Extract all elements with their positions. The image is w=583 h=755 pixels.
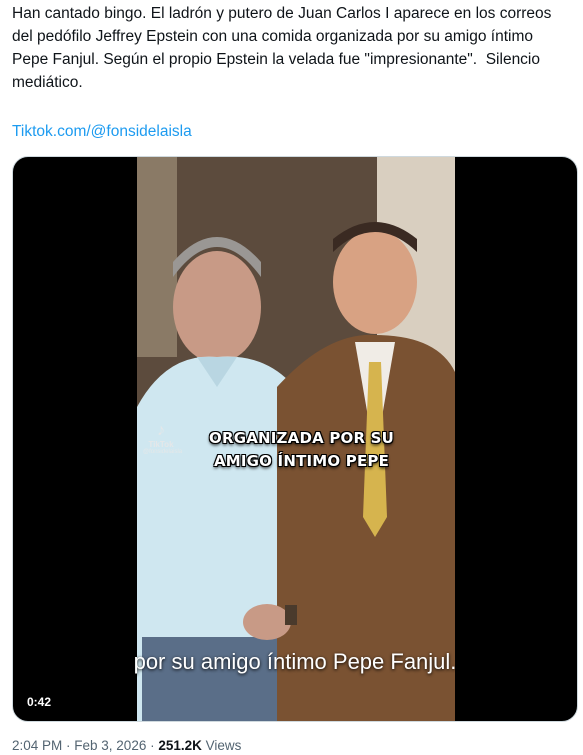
video-subtitle: por su amigo íntimo Pepe Fanjul. bbox=[133, 649, 457, 674]
tweet-date[interactable]: Feb 3, 2026 bbox=[74, 738, 146, 753]
views-count: 251.2K bbox=[158, 738, 202, 753]
meta-separator: · bbox=[146, 738, 159, 753]
video-overlay-caption: ORGANIZADA POR SU AMIGO ÍNTIMO PEPE bbox=[209, 427, 394, 473]
overlay-caption-line1: ORGANIZADA POR SU bbox=[209, 429, 395, 447]
video-frame: ♪ TikTok @fonsidelaisla ORGANIZADA POR S… bbox=[137, 157, 455, 721]
tweet-time[interactable]: 2:04 PM bbox=[12, 738, 62, 753]
tiktok-icon: ♪ bbox=[157, 422, 165, 439]
tiktok-link[interactable]: Tiktok.com/@fonsidelaisla bbox=[12, 120, 192, 143]
tweet-meta: 2:04 PM · Feb 3, 2026 · 251.2K Views bbox=[12, 738, 241, 753]
tiktok-label: TikTok bbox=[148, 440, 174, 449]
overlay-caption-line2: AMIGO ÍNTIMO PEPE bbox=[213, 452, 390, 470]
views-label: Views bbox=[201, 738, 242, 753]
video-duration: 0:42 bbox=[21, 693, 58, 711]
tiktok-handle: @fonsidelaisla bbox=[143, 449, 183, 455]
tweet-text: Han cantado bingo. El ladrón y putero de… bbox=[12, 5, 556, 91]
tiktok-watermark: ♪ TikTok @fonsidelaisla bbox=[143, 422, 183, 455]
video-player[interactable]: ♪ TikTok @fonsidelaisla ORGANIZADA POR S… bbox=[12, 156, 578, 722]
meta-separator: · bbox=[62, 738, 75, 753]
